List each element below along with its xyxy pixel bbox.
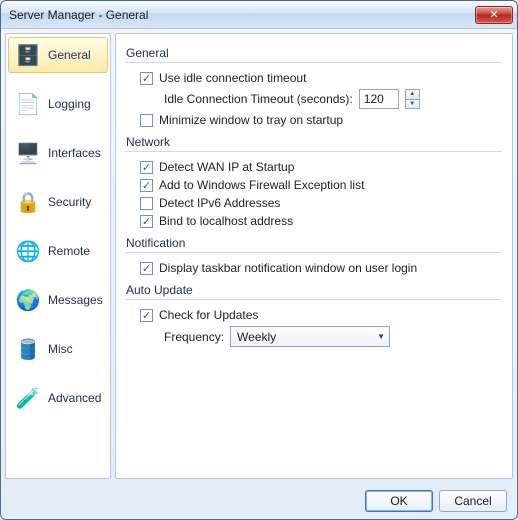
row-firewall: ✓ Add to Windows Firewall Exception list [126,176,502,194]
advanced-icon: 🧪 [14,384,42,412]
separator [126,299,502,300]
label-idle-timeout: Idle Connection Timeout (seconds): [164,92,353,106]
sidebar-item-label: Security [48,195,91,209]
row-minimize: Minimize window to tray on startup [126,111,502,129]
server-manager-window: Server Manager - General ✕ 🗄️ General 📄 Log… [0,0,518,520]
row-localhost: ✓ Bind to localhost address [126,212,502,230]
window-title: Server Manager - General [9,8,475,22]
titlebar[interactable]: Server Manager - General ✕ [1,1,517,29]
separator [126,252,502,253]
logging-icon: 📄 [14,90,42,118]
label-check-updates: Check for Updates [159,308,258,322]
sidebar-item-logging[interactable]: 📄 Logging [8,86,108,122]
content-panel: General ✓ Use idle connection timeout Id… [115,33,513,479]
sidebar-item-interfaces[interactable]: 🖥️ Interfaces [8,135,108,171]
label-taskbar: Display taskbar notification window on u… [159,261,417,275]
chevron-down-icon: ▼ [377,332,385,341]
checkbox-use-idle[interactable]: ✓ [140,72,153,85]
select-frequency[interactable]: Weekly ▼ [230,326,390,347]
checkbox-check-updates[interactable]: ✓ [140,309,153,322]
label-localhost: Bind to localhost address [159,214,293,228]
group-notification: Notification ✓ Display taskbar notificat… [126,236,502,277]
row-idle-timeout: Idle Connection Timeout (seconds): ▲ ▼ [126,87,502,111]
security-icon: 🔒 [14,188,42,216]
row-frequency: Frequency: Weekly ▼ [126,324,502,349]
sidebar: 🗄️ General 📄 Logging 🖥️ Interfaces 🔒 Security 🌐 R… [5,33,111,479]
label-firewall: Add to Windows Firewall Exception list [159,178,364,192]
label-use-idle: Use idle connection timeout [159,71,306,85]
sidebar-item-general[interactable]: 🗄️ General [8,37,108,73]
separator [126,151,502,152]
sidebar-item-label: Remote [48,244,90,258]
row-wan: ✓ Detect WAN IP at Startup [126,158,502,176]
label-frequency: Frequency: [164,330,224,344]
checkbox-localhost[interactable]: ✓ [140,215,153,228]
sidebar-item-remote[interactable]: 🌐 Remote [8,233,108,269]
interfaces-icon: 🖥️ [14,139,42,167]
footer: OK Cancel [1,483,517,519]
ok-button[interactable]: OK [365,490,433,512]
messages-icon: 🌍 [14,286,42,314]
checkbox-wan[interactable]: ✓ [140,161,153,174]
sidebar-item-misc[interactable]: 🛢️ Misc [8,331,108,367]
group-title-general: General [126,46,502,60]
sidebar-item-label: General [48,48,91,62]
sidebar-item-label: Logging [48,97,91,111]
sidebar-item-security[interactable]: 🔒 Security [8,184,108,220]
label-wan: Detect WAN IP at Startup [159,160,294,174]
row-use-idle: ✓ Use idle connection timeout [126,69,502,87]
sidebar-item-label: Interfaces [48,146,101,160]
sidebar-item-label: Advanced [48,391,101,405]
close-button[interactable]: ✕ [475,6,513,24]
spinner-idle-timeout: ▲ ▼ [405,89,420,109]
sidebar-item-messages[interactable]: 🌍 Messages [8,282,108,318]
checkbox-taskbar[interactable]: ✓ [140,262,153,275]
label-minimize: Minimize window to tray on startup [159,113,343,127]
sidebar-item-label: Misc [48,342,73,356]
group-network: Network ✓ Detect WAN IP at Startup ✓ Add… [126,135,502,230]
label-ipv6: Detect IPv6 Addresses [159,196,280,210]
row-ipv6: Detect IPv6 Addresses [126,194,502,212]
remote-icon: 🌐 [14,237,42,265]
separator [126,62,502,63]
checkbox-ipv6[interactable] [140,197,153,210]
group-title-auto-update: Auto Update [126,283,502,297]
group-title-notification: Notification [126,236,502,250]
sidebar-item-label: Messages [48,293,103,307]
spinner-up[interactable]: ▲ [405,89,420,99]
row-check-updates: ✓ Check for Updates [126,306,502,324]
checkbox-minimize[interactable] [140,114,153,127]
row-taskbar: ✓ Display taskbar notification window on… [126,259,502,277]
select-frequency-value: Weekly [237,330,276,344]
body: 🗄️ General 📄 Logging 🖥️ Interfaces 🔒 Security 🌐 R… [1,29,517,483]
spinner-down[interactable]: ▼ [405,99,420,110]
checkbox-firewall[interactable]: ✓ [140,179,153,192]
cancel-button[interactable]: Cancel [439,490,507,512]
group-general: General ✓ Use idle connection timeout Id… [126,46,502,129]
misc-icon: 🛢️ [14,335,42,363]
sidebar-item-advanced[interactable]: 🧪 Advanced [8,380,108,416]
group-auto-update: Auto Update ✓ Check for Updates Frequenc… [126,283,502,349]
group-title-network: Network [126,135,502,149]
general-icon: 🗄️ [14,41,42,69]
close-icon: ✕ [489,8,498,21]
input-idle-timeout[interactable] [359,89,399,109]
